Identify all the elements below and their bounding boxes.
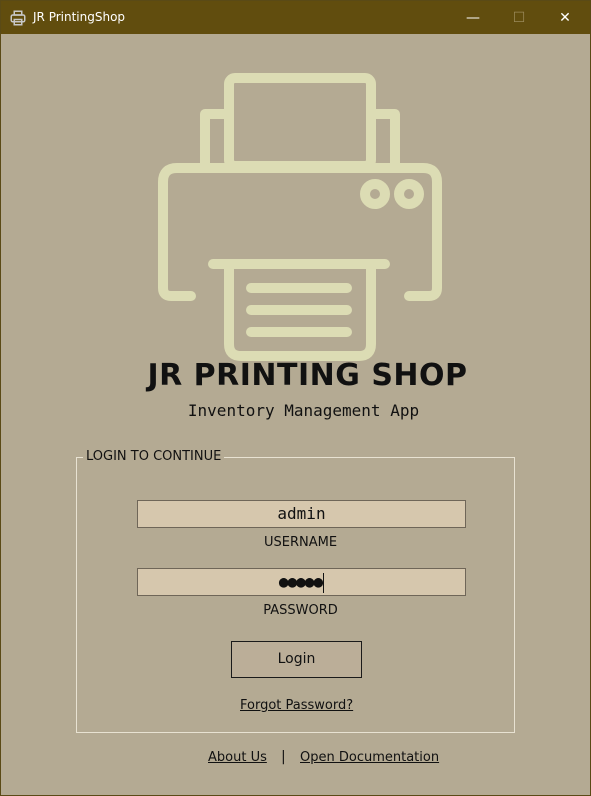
app-window: JR PrintingShop — ☐ ✕ JR PRINTING SHOP I… [0,0,591,796]
maximize-button[interactable]: ☐ [496,1,542,34]
forgot-password-link[interactable]: Forgot Password? [240,698,353,713]
title-bar[interactable]: JR PrintingShop — ☐ ✕ [1,1,590,34]
username-input[interactable]: admin [137,500,466,528]
window-title: JR PrintingShop [33,10,126,24]
password-input[interactable]: ●●●●● [137,568,466,596]
minimize-icon: — [466,9,480,26]
login-group-label: LOGIN TO CONTINUE [83,449,225,464]
printer-logo-icon [158,73,442,361]
text-caret [323,572,325,593]
password-value: ●●●●● [278,572,323,591]
password-label: PASSWORD [263,603,338,618]
close-button[interactable]: ✕ [542,1,588,34]
username-label: USERNAME [263,535,338,550]
about-us-link[interactable]: About Us [208,750,267,765]
login-button[interactable]: Login [231,641,362,678]
footer-separator: | [281,749,286,765]
maximize-icon: ☐ [512,9,526,26]
app-title: JR PRINTING SHOP [147,358,468,393]
username-value: admin [277,504,326,523]
app-subtitle: Inventory Management App [187,401,420,420]
printer-icon [10,10,26,26]
open-documentation-link[interactable]: Open Documentation [300,750,439,765]
close-icon: ✕ [559,9,571,26]
minimize-button[interactable]: — [450,1,496,34]
